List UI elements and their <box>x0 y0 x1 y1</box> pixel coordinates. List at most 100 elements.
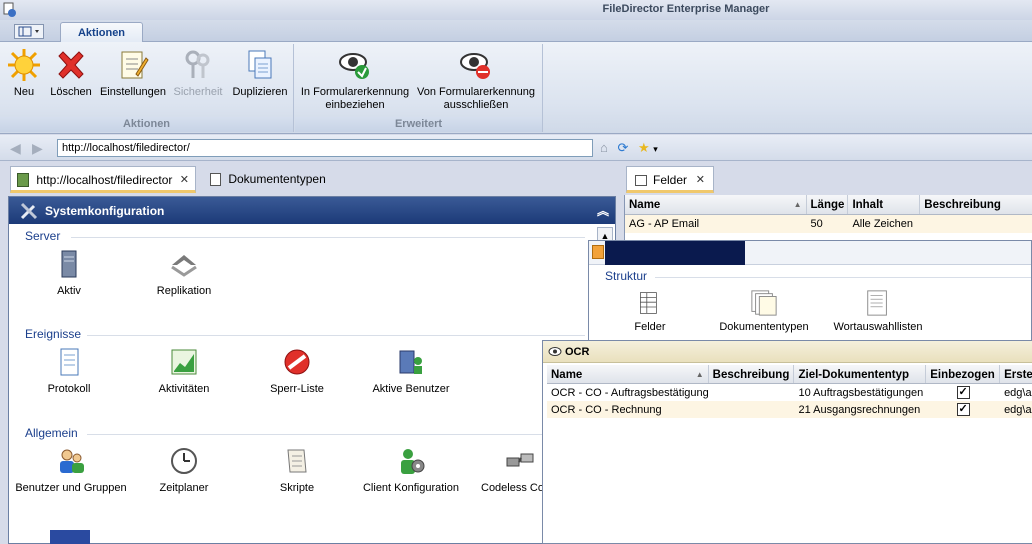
ocr-titlebar[interactable]: OCR <box>543 341 1032 363</box>
settings-notepad-icon <box>121 51 149 79</box>
col-beschreibung[interactable]: Beschreibung <box>920 195 1032 214</box>
client-konfiguration-label: Client Konfiguration <box>362 482 459 494</box>
cell-name: OCR - CO - Rechnung <box>551 404 662 416</box>
item-replikation[interactable]: Replikation <box>124 249 244 297</box>
tab-dokumententypen[interactable]: Dokumententypen <box>204 166 364 193</box>
felder-label: Felder <box>634 321 666 333</box>
activity-chart-icon <box>171 349 197 375</box>
cell-einbezogen: ✓ <box>926 401 1000 418</box>
refresh-icon[interactable]: ⟳ <box>617 140 628 155</box>
tab-aktionen[interactable]: Aktionen <box>60 22 143 43</box>
tab-felder[interactable]: Felder ✕ <box>626 166 714 193</box>
table-row[interactable]: OCR - CO - Auftragsbestätigung 10 Auftra… <box>547 384 1032 401</box>
einbezogen-checkbox[interactable]: ✓ <box>956 403 970 416</box>
tab-felder-label: Felder <box>653 173 688 187</box>
item-skripte[interactable]: Skripte <box>237 446 357 494</box>
felder-grid-header: Name ▲ Länge Inhalt Beschreibung <box>625 195 1032 215</box>
in-formularerkennung-button[interactable]: In Formularerkennung einbeziehen <box>299 48 411 112</box>
window-icon <box>592 245 604 259</box>
window-title: FileDirector Enterprise Manager <box>602 3 770 15</box>
sicherheit-button[interactable]: Sicherheit <box>170 48 226 99</box>
script-scroll-icon <box>287 449 307 473</box>
item-wortauswahllisten[interactable]: Wortauswahllisten <box>823 289 933 333</box>
benutzer-gruppen-label: Benutzer und Gruppen <box>15 482 127 494</box>
connector-icon <box>506 453 534 467</box>
replikation-label: Replikation <box>156 285 212 297</box>
table-row[interactable]: OCR - CO - Rechnung 21 Ausgangsrechnunge… <box>547 401 1032 418</box>
sicherheit-label: Sicherheit <box>173 86 223 98</box>
ocr-grid-header: Name ▲ Beschreibung Ziel-Dokumententyp Ei… <box>547 365 1032 384</box>
col-laenge[interactable]: Länge <box>807 195 849 214</box>
col-name[interactable]: Name ▲ <box>625 195 807 214</box>
replication-icon <box>171 255 197 277</box>
favorite-dropdown-icon[interactable]: ▾ <box>653 144 658 154</box>
tab-localhost-label: http://localhost/filedirector <box>36 173 173 187</box>
sperr-liste-label: Sperr-Liste <box>270 383 324 395</box>
eye-exclude-icon <box>460 53 490 79</box>
col-ersteller[interactable]: Erste <box>1000 365 1032 383</box>
forward-arrow-icon[interactable]: ▶ <box>32 140 43 157</box>
close-icon[interactable]: ✕ <box>696 173 705 186</box>
col-beschreibung[interactable]: Beschreibung <box>709 365 795 383</box>
sort-icon: ▲ <box>793 200 802 209</box>
einstellungen-label: Einstellungen <box>99 86 167 98</box>
item-aktivitaeten[interactable]: Aktivitäten <box>124 347 244 395</box>
url-input[interactable] <box>57 139 593 157</box>
cell-name: OCR - CO - Auftragsbestätigung <box>551 387 709 399</box>
skripte-label: Skripte <box>279 482 315 494</box>
close-icon[interactable]: ✕ <box>180 173 189 186</box>
ocr-title: OCR <box>565 346 590 358</box>
loeschen-label: Löschen <box>50 86 92 98</box>
von-formularerkennung-label: Von Formularerkennung ausschließen <box>416 86 535 111</box>
duplizieren-button[interactable]: Duplizieren <box>230 48 290 99</box>
table-icon <box>640 292 657 314</box>
ribbon-group-aktionen-label: Aktionen <box>0 117 293 132</box>
codeless-label: Codeless Con <box>481 482 551 494</box>
item-sperr-liste[interactable]: Sperr-Liste <box>237 347 357 395</box>
item-aktive-benutzer[interactable]: Aktive Benutzer <box>351 347 471 395</box>
cell-ziel: 10 Auftragsbestätigungen <box>798 387 924 399</box>
einbezogen-checkbox[interactable]: ✓ <box>956 386 970 399</box>
eye-icon <box>548 347 562 356</box>
quick-access-toolbar[interactable] <box>14 24 44 39</box>
von-formularerkennung-button[interactable]: Von Formularerkennung ausschließen <box>415 48 537 112</box>
item-felder[interactable]: Felder <box>595 289 705 333</box>
col-einbezogen[interactable]: Einbezogen <box>926 365 1001 383</box>
ocr-window: OCR Name ▲ Beschreibung Ziel-Dokumententy… <box>542 340 1032 544</box>
favorite-star-icon[interactable]: ★ <box>638 140 650 155</box>
protokoll-label: Protokoll <box>47 383 91 395</box>
cell-beschreibung <box>920 215 1032 233</box>
aktiv-label: Aktiv <box>57 285 81 297</box>
loeschen-button[interactable]: Löschen <box>46 48 96 99</box>
home-icon[interactable]: ⌂ <box>600 140 608 155</box>
section-divider <box>87 335 585 336</box>
struktur-title-highlight <box>605 241 745 265</box>
neu-button[interactable]: Neu <box>4 48 44 99</box>
back-arrow-icon[interactable]: ◀ <box>10 140 21 157</box>
item-benutzer-gruppen[interactable]: Benutzer und Gruppen <box>11 446 131 494</box>
item-aktiv[interactable]: Aktiv <box>9 249 129 297</box>
document-tabs: http://localhost/filedirector ✕ Dokument… <box>0 162 620 193</box>
einstellungen-button[interactable]: Einstellungen <box>98 48 168 99</box>
item-client-konfiguration[interactable]: Client Konfiguration <box>351 446 471 494</box>
ocr-grid: Name ▲ Beschreibung Ziel-Dokumententyp Ei… <box>547 365 1032 418</box>
table-row[interactable]: AG - AP Email 50 Alle Zeichen <box>625 215 1032 233</box>
cell-beschreibung <box>709 401 795 418</box>
col-name[interactable]: Name ▲ <box>547 365 709 383</box>
cell-beschreibung <box>709 384 795 401</box>
title-bar: FileDirector Enterprise Manager <box>0 0 1032 20</box>
word-list-icon <box>867 290 887 316</box>
zeitplaner-label: Zeitplaner <box>159 482 209 494</box>
struktur-titlebar[interactable] <box>589 241 1031 265</box>
item-protokoll[interactable]: Protokoll <box>9 347 129 395</box>
col-inhalt[interactable]: Inhalt <box>848 195 921 214</box>
tab-localhost[interactable]: http://localhost/filedirector ✕ <box>10 166 196 193</box>
col-ziel-dokumententyp[interactable]: Ziel-Dokumententyp <box>794 365 927 383</box>
item-zeitplaner[interactable]: Zeitplaner <box>124 446 244 494</box>
felder-tabbar: Felder ✕ <box>620 162 1032 193</box>
eye-include-icon <box>339 53 369 79</box>
document-types-icon <box>751 290 777 316</box>
collapse-icon[interactable]: ︽ <box>597 202 609 219</box>
duplizieren-label: Duplizieren <box>232 86 288 98</box>
item-dokumententypen[interactable]: Dokumententypen <box>709 289 819 333</box>
